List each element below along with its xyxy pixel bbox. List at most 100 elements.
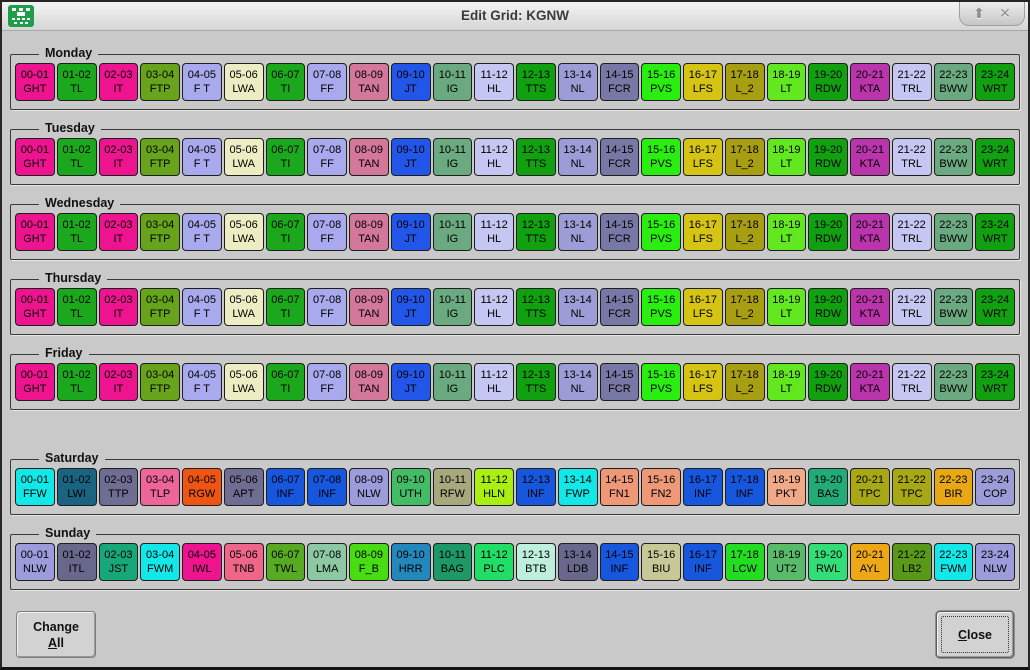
grid-cell-monday-21-22[interactable]: 21-22TRL [892,63,932,101]
grid-cell-saturday-16-17[interactable]: 16-17INF [683,468,723,506]
grid-cell-friday-21-22[interactable]: 21-22TRL [892,363,932,401]
grid-cell-saturday-21-22[interactable]: 21-22TPC [892,468,932,506]
grid-cell-friday-03-04[interactable]: 03-04FTP [140,363,180,401]
grid-cell-monday-18-19[interactable]: 18-19LT [767,63,807,101]
grid-cell-wednesday-02-03[interactable]: 02-03IT [99,213,139,251]
grid-cell-sunday-12-13[interactable]: 12-13BTB [516,543,556,581]
grid-cell-tuesday-12-13[interactable]: 12-13TTS [516,138,556,176]
grid-cell-monday-08-09[interactable]: 08-09TAN [349,63,389,101]
grid-cell-friday-15-16[interactable]: 15-16PVS [641,363,681,401]
grid-cell-tuesday-01-02[interactable]: 01-02TL [57,138,97,176]
grid-cell-tuesday-09-10[interactable]: 09-10JT [391,138,431,176]
grid-cell-friday-16-17[interactable]: 16-17LFS [683,363,723,401]
grid-cell-friday-23-24[interactable]: 23-24WRT [975,363,1015,401]
grid-cell-friday-06-07[interactable]: 06-07TI [266,363,306,401]
grid-cell-wednesday-08-09[interactable]: 08-09TAN [349,213,389,251]
grid-cell-thursday-17-18[interactable]: 17-18L_2 [725,288,765,326]
grid-cell-friday-08-09[interactable]: 08-09TAN [349,363,389,401]
grid-cell-saturday-06-07[interactable]: 06-07INF [266,468,306,506]
grid-cell-thursday-22-23[interactable]: 22-23BWW [934,288,974,326]
grid-cell-friday-09-10[interactable]: 09-10JT [391,363,431,401]
grid-cell-wednesday-16-17[interactable]: 16-17LFS [683,213,723,251]
grid-cell-saturday-13-14[interactable]: 13-14FWP [558,468,598,506]
grid-cell-thursday-15-16[interactable]: 15-16PVS [641,288,681,326]
grid-cell-saturday-15-16[interactable]: 15-16FN2 [641,468,681,506]
grid-cell-wednesday-20-21[interactable]: 20-21KTA [850,213,890,251]
grid-cell-tuesday-17-18[interactable]: 17-18L_2 [725,138,765,176]
grid-cell-sunday-14-15[interactable]: 14-15INF [600,543,640,581]
grid-cell-thursday-20-21[interactable]: 20-21KTA [850,288,890,326]
grid-cell-monday-19-20[interactable]: 19-20RDW [808,63,848,101]
grid-cell-tuesday-11-12[interactable]: 11-12HL [474,138,514,176]
grid-cell-tuesday-15-16[interactable]: 15-16PVS [641,138,681,176]
grid-cell-sunday-00-01[interactable]: 00-01NLW [15,543,55,581]
grid-cell-monday-09-10[interactable]: 09-10JT [391,63,431,101]
grid-cell-saturday-07-08[interactable]: 07-08INF [307,468,347,506]
grid-cell-monday-17-18[interactable]: 17-18L_2 [725,63,765,101]
grid-cell-monday-01-02[interactable]: 01-02TL [57,63,97,101]
grid-cell-thursday-00-01[interactable]: 00-01GHT [15,288,55,326]
grid-cell-wednesday-07-08[interactable]: 07-08FF [307,213,347,251]
change-all-button[interactable]: Change All [16,611,96,658]
grid-cell-thursday-18-19[interactable]: 18-19LT [767,288,807,326]
grid-cell-sunday-13-14[interactable]: 13-14LDB [558,543,598,581]
grid-cell-tuesday-03-04[interactable]: 03-04FTP [140,138,180,176]
grid-cell-thursday-10-11[interactable]: 10-11IG [433,288,473,326]
grid-cell-sunday-01-02[interactable]: 01-02ITL [57,543,97,581]
grid-cell-thursday-03-04[interactable]: 03-04FTP [140,288,180,326]
grid-cell-wednesday-17-18[interactable]: 17-18L_2 [725,213,765,251]
grid-cell-saturday-12-13[interactable]: 12-13INF [516,468,556,506]
grid-cell-thursday-16-17[interactable]: 16-17LFS [683,288,723,326]
grid-cell-saturday-00-01[interactable]: 00-01FFW [15,468,55,506]
grid-cell-monday-12-13[interactable]: 12-13TTS [516,63,556,101]
grid-cell-wednesday-05-06[interactable]: 05-06LWA [224,213,264,251]
grid-cell-sunday-17-18[interactable]: 17-18LCW [725,543,765,581]
grid-cell-wednesday-01-02[interactable]: 01-02TL [57,213,97,251]
grid-cell-thursday-05-06[interactable]: 05-06LWA [224,288,264,326]
grid-cell-wednesday-15-16[interactable]: 15-16PVS [641,213,681,251]
grid-cell-friday-02-03[interactable]: 02-03IT [99,363,139,401]
grid-cell-tuesday-16-17[interactable]: 16-17LFS [683,138,723,176]
shade-window-button[interactable]: ⬆ [966,3,992,24]
grid-cell-monday-16-17[interactable]: 16-17LFS [683,63,723,101]
grid-cell-wednesday-03-04[interactable]: 03-04FTP [140,213,180,251]
grid-cell-saturday-10-11[interactable]: 10-11RFW [433,468,473,506]
grid-cell-wednesday-06-07[interactable]: 06-07TI [266,213,306,251]
grid-cell-sunday-04-05[interactable]: 04-05IWL [182,543,222,581]
grid-cell-sunday-21-22[interactable]: 21-22LB2 [892,543,932,581]
grid-cell-monday-22-23[interactable]: 22-23BWW [934,63,974,101]
grid-cell-friday-07-08[interactable]: 07-08FF [307,363,347,401]
grid-cell-thursday-02-03[interactable]: 02-03IT [99,288,139,326]
grid-cell-monday-00-01[interactable]: 00-01GHT [15,63,55,101]
grid-cell-sunday-16-17[interactable]: 16-17INF [683,543,723,581]
grid-cell-saturday-09-10[interactable]: 09-10UTH [391,468,431,506]
grid-cell-tuesday-21-22[interactable]: 21-22TRL [892,138,932,176]
grid-cell-tuesday-02-03[interactable]: 02-03IT [99,138,139,176]
grid-cell-tuesday-07-08[interactable]: 07-08FF [307,138,347,176]
grid-cell-friday-05-06[interactable]: 05-06LWA [224,363,264,401]
grid-cell-tuesday-20-21[interactable]: 20-21KTA [850,138,890,176]
grid-cell-saturday-02-03[interactable]: 02-03TTP [99,468,139,506]
grid-cell-thursday-08-09[interactable]: 08-09TAN [349,288,389,326]
grid-cell-thursday-01-02[interactable]: 01-02TL [57,288,97,326]
grid-cell-tuesday-13-14[interactable]: 13-14NL [558,138,598,176]
grid-cell-monday-06-07[interactable]: 06-07TI [266,63,306,101]
grid-cell-wednesday-21-22[interactable]: 21-22TRL [892,213,932,251]
grid-cell-wednesday-14-15[interactable]: 14-15FCR [600,213,640,251]
grid-cell-thursday-21-22[interactable]: 21-22TRL [892,288,932,326]
grid-cell-tuesday-14-15[interactable]: 14-15FCR [600,138,640,176]
grid-cell-sunday-23-24[interactable]: 23-24NLW [975,543,1015,581]
grid-cell-saturday-23-24[interactable]: 23-24COP [975,468,1015,506]
grid-cell-monday-11-12[interactable]: 11-12HL [474,63,514,101]
grid-cell-monday-15-16[interactable]: 15-16PVS [641,63,681,101]
grid-cell-friday-11-12[interactable]: 11-12HL [474,363,514,401]
grid-cell-friday-22-23[interactable]: 22-23BWW [934,363,974,401]
grid-cell-saturday-17-18[interactable]: 17-18INF [725,468,765,506]
grid-cell-friday-18-19[interactable]: 18-19LT [767,363,807,401]
grid-cell-sunday-09-10[interactable]: 09-10HRR [391,543,431,581]
grid-cell-monday-14-15[interactable]: 14-15FCR [600,63,640,101]
close-button[interactable]: Close [936,611,1014,658]
grid-cell-saturday-18-19[interactable]: 18-19PKT [767,468,807,506]
grid-cell-sunday-22-23[interactable]: 22-23FWM [934,543,974,581]
grid-cell-saturday-04-05[interactable]: 04-05RGW [182,468,222,506]
